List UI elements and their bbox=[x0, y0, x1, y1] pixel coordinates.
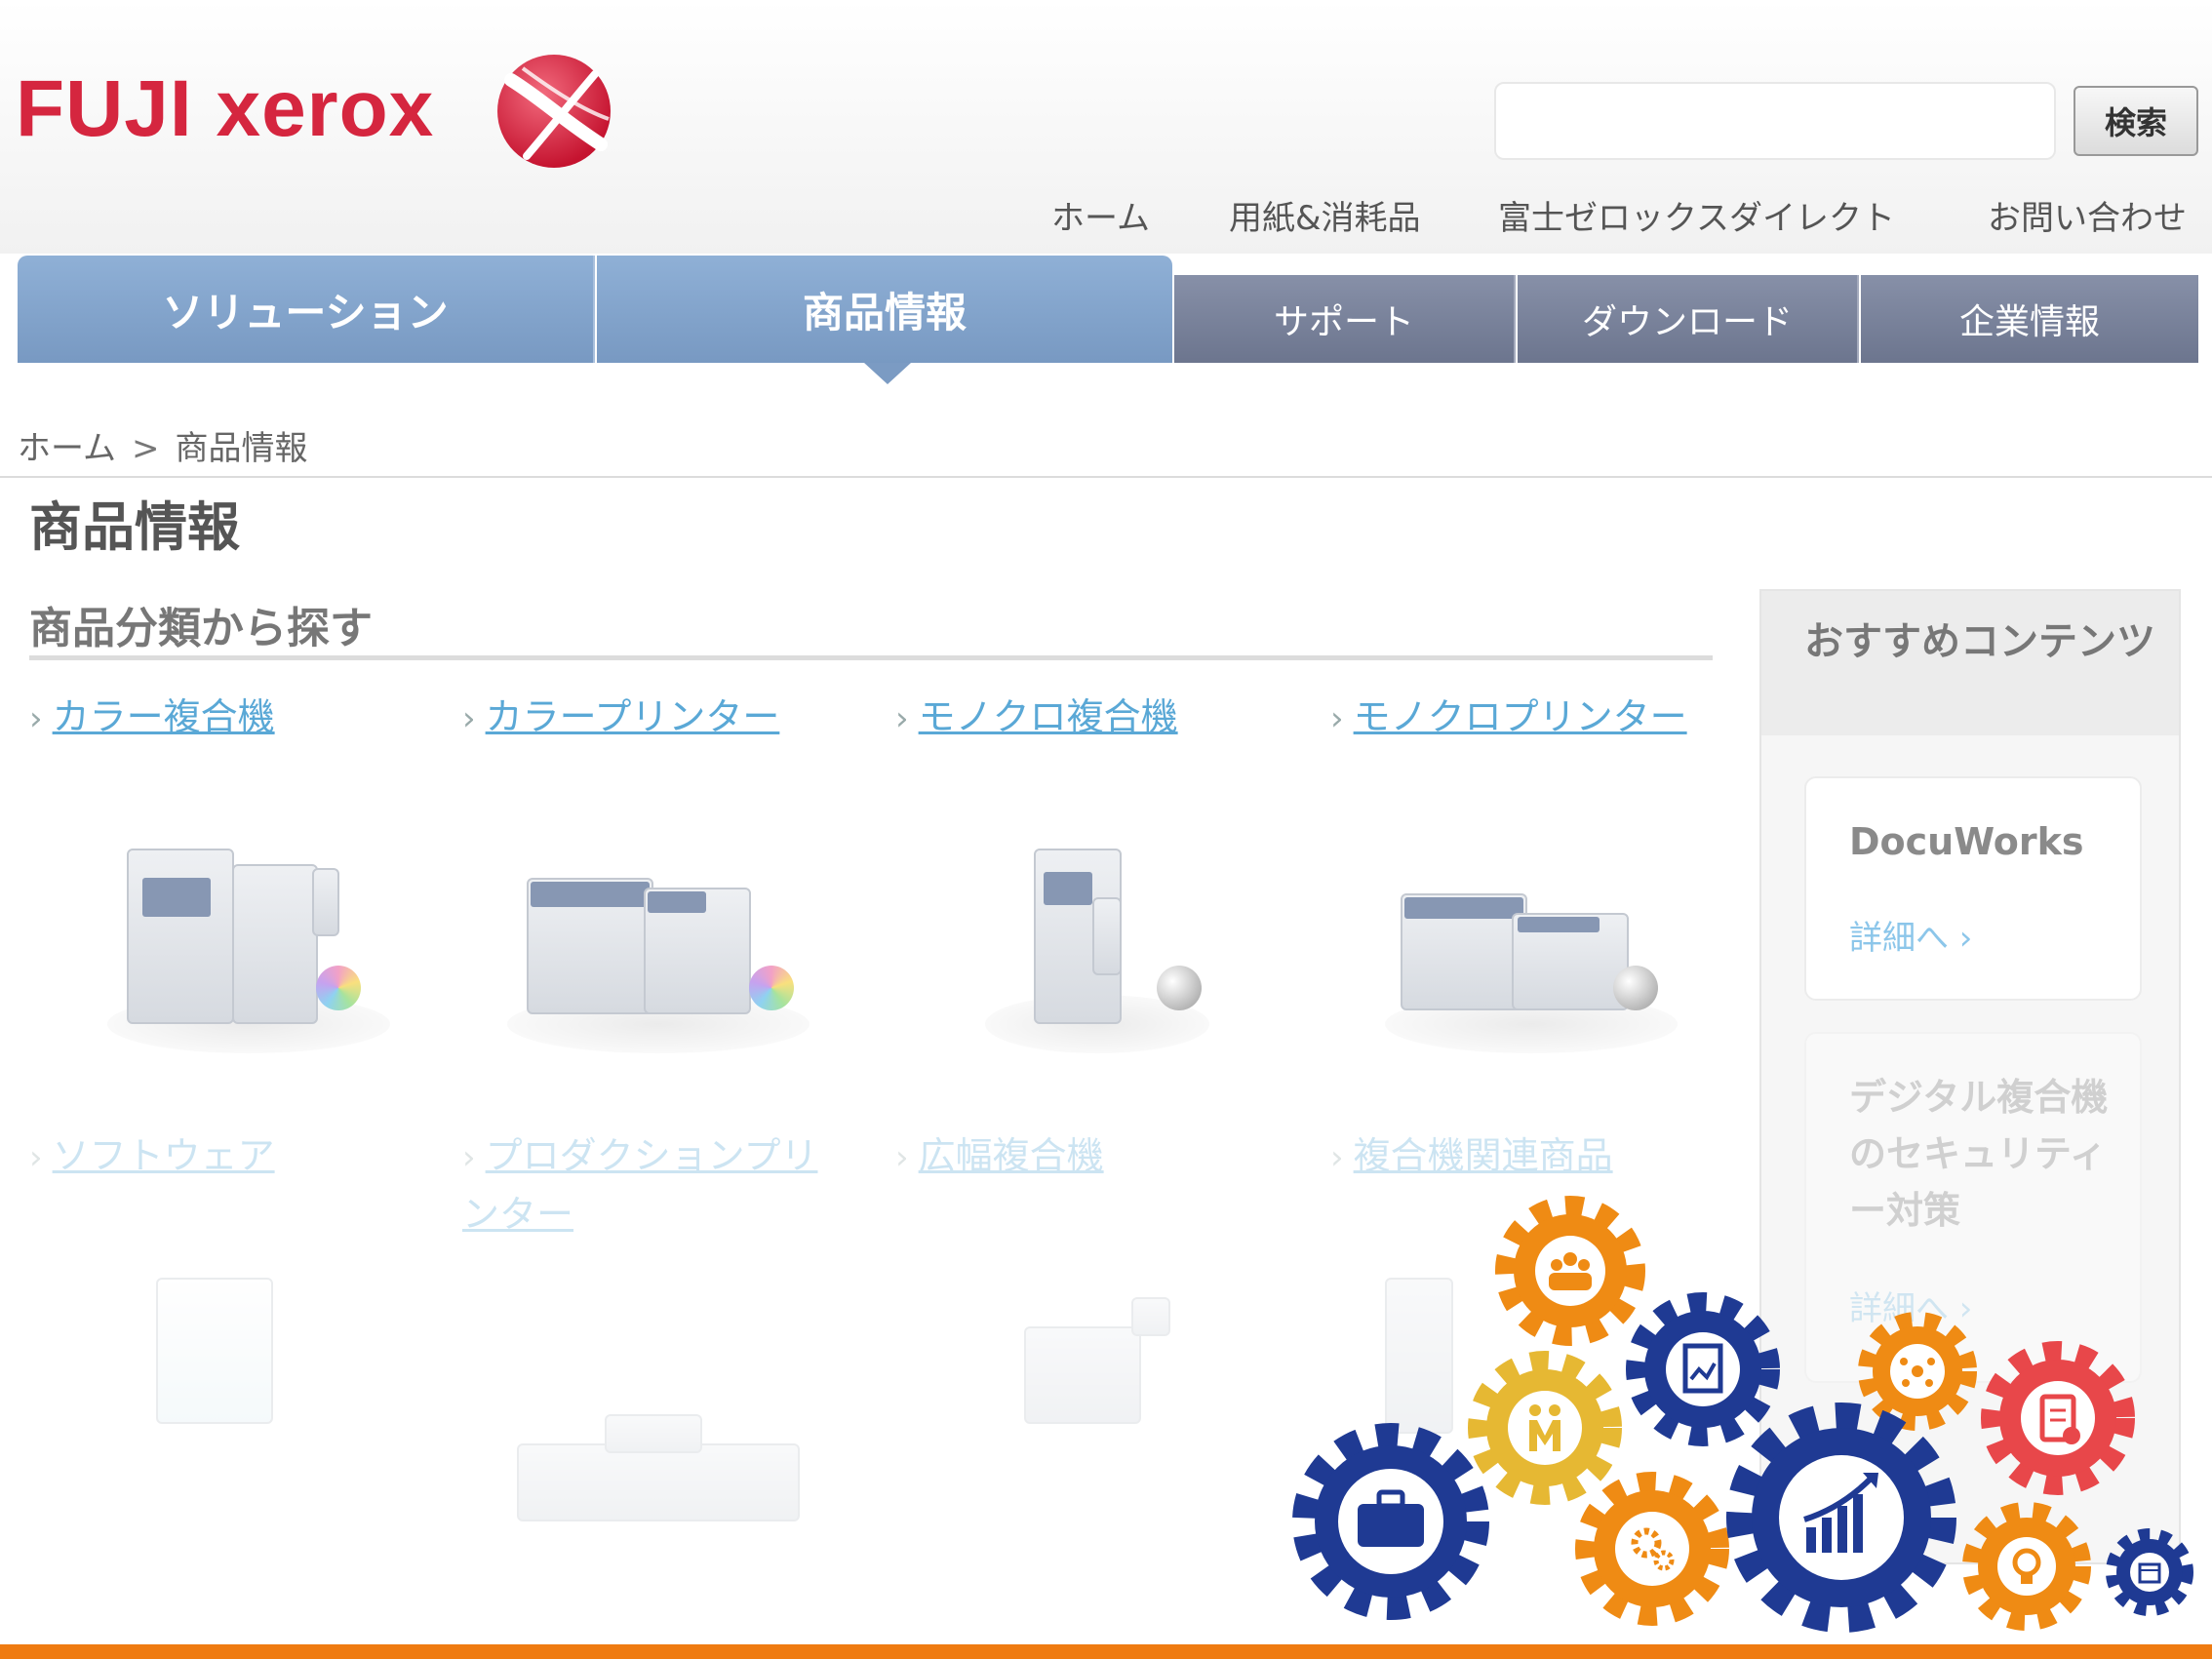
category-label[interactable]: モノクロプリンター bbox=[1354, 695, 1687, 738]
xerox-sphere-logo-icon[interactable] bbox=[494, 51, 614, 172]
breadcrumb-current: 商品情報 bbox=[175, 429, 308, 468]
util-nav-direct[interactable]: 富士ゼロックスダイレクト bbox=[1498, 191, 1895, 239]
breadcrumb-divider bbox=[0, 476, 2212, 478]
category-link-mono-printer[interactable]: › モノクロプリンター bbox=[1330, 689, 1687, 747]
accent-bar bbox=[0, 1644, 2212, 1659]
business-gears-graphic bbox=[1292, 1196, 2193, 1633]
chevron-right-icon: › bbox=[462, 699, 476, 738]
people-gear-icon bbox=[1495, 1196, 1645, 1346]
sidebar-title: おすすめコンテンツ bbox=[1804, 619, 2155, 664]
tab-support[interactable]: サポート bbox=[1174, 275, 1516, 363]
card-detail-label[interactable]: 詳細へ bbox=[1849, 919, 1949, 958]
section-title: 商品分類から探す bbox=[29, 604, 373, 653]
mono-mfp-image[interactable] bbox=[985, 829, 1209, 1053]
category-link-color-printer[interactable]: › カラープリンター bbox=[462, 689, 779, 747]
category-link-mfp-accessories[interactable]: › 複合機関連商品 bbox=[1330, 1127, 1613, 1186]
breadcrumb-separator: > bbox=[131, 429, 160, 468]
tab-products[interactable]: 商品情報 bbox=[597, 256, 1172, 363]
growth-chart-gear-icon bbox=[1726, 1402, 1956, 1633]
mono-printer-image[interactable] bbox=[1385, 858, 1678, 1053]
card-detail-link[interactable]: 詳細へ › bbox=[1849, 911, 1972, 959]
chevron-right-icon: › bbox=[1949, 919, 1973, 958]
page-title: 商品情報 bbox=[29, 496, 240, 558]
chevron-right-icon: › bbox=[895, 699, 909, 738]
handshake-gear-icon bbox=[1468, 1351, 1622, 1505]
software-box-image[interactable] bbox=[146, 1268, 283, 1434]
category-label[interactable]: 広幅複合機 bbox=[919, 1134, 1104, 1177]
category-label[interactable]: カラー複合機 bbox=[53, 695, 275, 738]
chevron-right-icon: › bbox=[1330, 1138, 1344, 1177]
util-nav-contact[interactable]: お問い合わせ bbox=[1988, 191, 2187, 239]
brand-logo-text[interactable]: FUJI xerox bbox=[16, 60, 434, 158]
category-link-mono-mfp[interactable]: › モノクロ複合機 bbox=[895, 689, 1178, 747]
card-title: DocuWorks bbox=[1849, 820, 2084, 863]
category-label[interactable]: 複合機関連商品 bbox=[1354, 1134, 1613, 1177]
network-gear-icon bbox=[1858, 1312, 1977, 1431]
chevron-right-icon: › bbox=[29, 1138, 43, 1177]
category-link-color-mfp[interactable]: › カラー複合機 bbox=[29, 689, 275, 747]
tab-download[interactable]: ダウンロード bbox=[1518, 275, 1859, 363]
wide-format-mfp-image[interactable] bbox=[1014, 1287, 1209, 1443]
color-mfp-image[interactable] bbox=[107, 829, 390, 1053]
util-nav-home[interactable]: ホーム bbox=[1051, 191, 1150, 239]
chevron-right-icon: › bbox=[29, 699, 43, 738]
active-tab-indicator bbox=[864, 363, 911, 384]
tab-solutions[interactable]: ソリューション bbox=[18, 256, 595, 363]
site-header: FUJI xerox 検索 ホーム 用紙&消耗品 富士ゼロックスダイレクト お問… bbox=[0, 0, 2212, 254]
document-chart-gear-icon bbox=[1626, 1292, 1780, 1446]
category-label[interactable]: カラープリンター bbox=[486, 695, 780, 738]
category-label[interactable]: プロダクションプリンター bbox=[462, 1134, 817, 1236]
category-link-software[interactable]: › ソフトウェア bbox=[29, 1127, 275, 1186]
briefcase-gear-icon bbox=[1292, 1423, 1489, 1620]
tab-company-info[interactable]: 企業情報 bbox=[1861, 275, 2198, 363]
category-link-production-printer[interactable]: › プロダクションプリンター bbox=[462, 1127, 833, 1243]
category-link-wide-format-mfp[interactable]: › 広幅複合機 bbox=[895, 1127, 1104, 1186]
lightbulb-gear-icon bbox=[1962, 1502, 2091, 1631]
color-printer-image[interactable] bbox=[507, 849, 810, 1053]
production-printer-image[interactable] bbox=[507, 1404, 810, 1541]
category-label[interactable]: モノクロ複合機 bbox=[919, 695, 1178, 738]
util-nav-supplies[interactable]: 用紙&消耗品 bbox=[1229, 191, 1421, 239]
settings-gear-icon bbox=[1575, 1472, 1729, 1626]
breadcrumb-home[interactable]: ホーム bbox=[18, 429, 116, 468]
calendar-gear-icon bbox=[2106, 1528, 2193, 1616]
search-button[interactable]: 検索 bbox=[2074, 86, 2198, 156]
chevron-right-icon: › bbox=[462, 1138, 476, 1177]
search-input[interactable] bbox=[1494, 82, 2056, 160]
breadcrumb: ホーム > 商品情報 bbox=[18, 421, 307, 469]
recommend-card-docuworks[interactable]: DocuWorks 詳細へ › bbox=[1804, 776, 2142, 1001]
clipboard-check-gear-icon bbox=[1981, 1341, 2135, 1495]
section-divider bbox=[29, 655, 1713, 660]
chevron-right-icon: › bbox=[1330, 699, 1344, 738]
chevron-right-icon: › bbox=[895, 1138, 909, 1177]
category-label[interactable]: ソフトウェア bbox=[53, 1134, 275, 1177]
